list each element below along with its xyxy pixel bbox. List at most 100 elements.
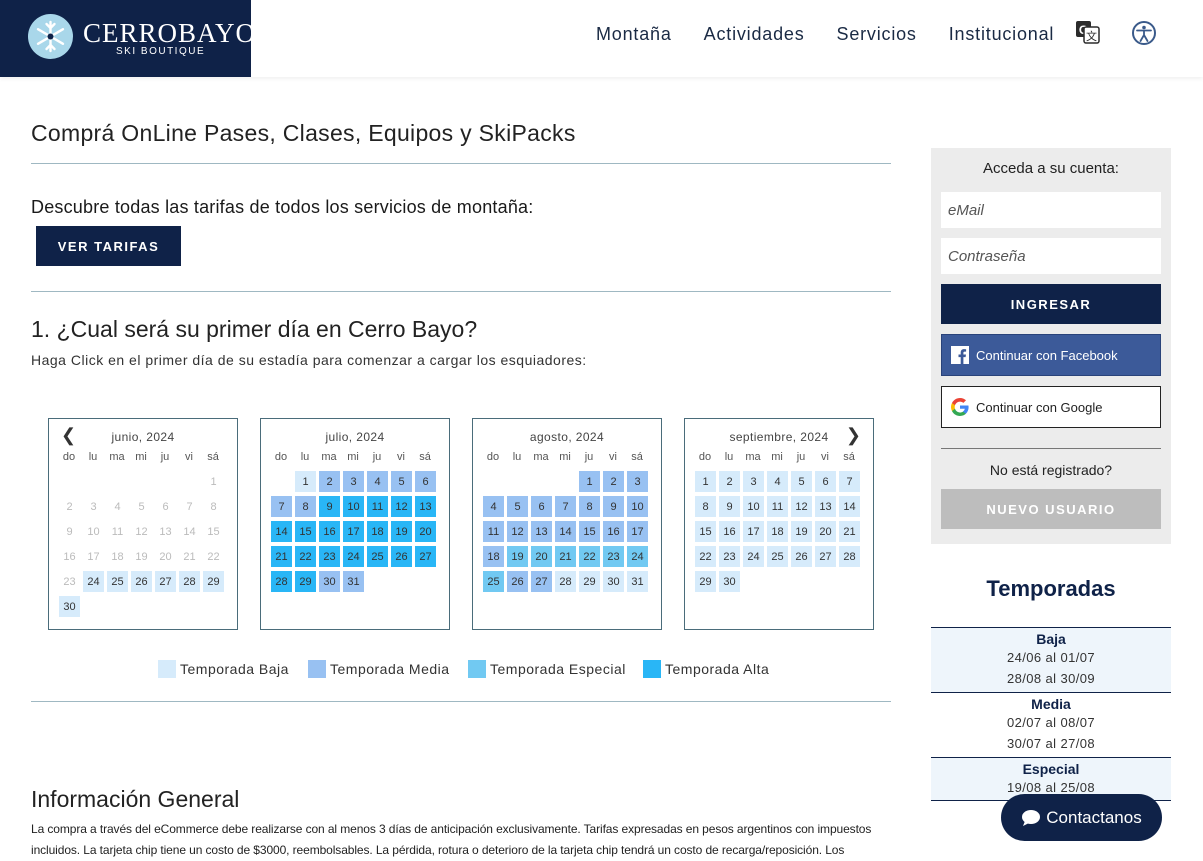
calendar-day[interactable]: 3 [343, 471, 364, 492]
calendar-day[interactable]: 23 [603, 546, 624, 567]
nav-servicios[interactable]: Servicios [837, 24, 917, 45]
calendar-day[interactable]: 30 [319, 571, 340, 592]
calendar-day[interactable]: 4 [767, 471, 788, 492]
calendar-day[interactable]: 25 [107, 571, 128, 592]
calendar-day[interactable]: 7 [271, 496, 292, 517]
calendar-day[interactable]: 11 [483, 521, 504, 542]
calendar-day[interactable]: 29 [695, 571, 716, 592]
new-user-button[interactable]: NUEVO USUARIO [941, 489, 1161, 529]
calendar-day[interactable]: 6 [815, 471, 836, 492]
calendar-day[interactable]: 26 [507, 571, 528, 592]
calendar-day[interactable]: 17 [627, 521, 648, 542]
calendar-day[interactable]: 2 [319, 471, 340, 492]
calendar-day[interactable]: 18 [483, 546, 504, 567]
logo[interactable]: CERROBAYO SKI BOUTIQUE [0, 0, 255, 77]
contact-button[interactable]: Contactanos [1001, 794, 1162, 841]
calendar-day[interactable]: 30 [719, 571, 740, 592]
calendar-day[interactable]: 29 [295, 571, 316, 592]
calendar-day[interactable]: 26 [131, 571, 152, 592]
calendar-day[interactable]: 19 [507, 546, 528, 567]
translate-icon[interactable]: G 文 [1075, 20, 1100, 44]
calendar-day[interactable]: 1 [579, 471, 600, 492]
calendar-day[interactable]: 25 [367, 546, 388, 567]
calendar-day[interactable]: 29 [579, 571, 600, 592]
calendar-day[interactable]: 15 [695, 521, 716, 542]
calendar-day[interactable]: 24 [343, 546, 364, 567]
calendar-day[interactable]: 24 [627, 546, 648, 567]
calendar-day[interactable]: 19 [791, 521, 812, 542]
calendar-day[interactable]: 31 [343, 571, 364, 592]
calendar-day[interactable]: 15 [295, 521, 316, 542]
calendar-day[interactable]: 1 [295, 471, 316, 492]
calendar-day[interactable]: 17 [343, 521, 364, 542]
calendar-day[interactable]: 8 [295, 496, 316, 517]
calendar-day[interactable]: 16 [319, 521, 340, 542]
calendar-day[interactable]: 27 [531, 571, 552, 592]
calendar-day[interactable]: 24 [83, 571, 104, 592]
calendar-day[interactable]: 15 [579, 521, 600, 542]
calendar-day[interactable]: 25 [483, 571, 504, 592]
calendar-day[interactable]: 25 [767, 546, 788, 567]
calendar-day[interactable]: 18 [767, 521, 788, 542]
prev-month-arrow-icon[interactable]: ❮ [61, 425, 76, 446]
calendar-day[interactable]: 29 [203, 571, 224, 592]
calendar-day[interactable]: 1 [695, 471, 716, 492]
calendar-day[interactable]: 28 [839, 546, 860, 567]
calendar-day[interactable]: 13 [415, 496, 436, 517]
calendar-day[interactable]: 13 [815, 496, 836, 517]
calendar-day[interactable]: 26 [791, 546, 812, 567]
calendar-day[interactable]: 2 [719, 471, 740, 492]
calendar-day[interactable]: 28 [271, 571, 292, 592]
calendar-day[interactable]: 11 [767, 496, 788, 517]
calendar-day[interactable]: 7 [555, 496, 576, 517]
calendar-day[interactable]: 16 [603, 521, 624, 542]
calendar-day[interactable]: 8 [579, 496, 600, 517]
calendar-day[interactable]: 30 [603, 571, 624, 592]
calendar-day[interactable]: 12 [791, 496, 812, 517]
calendar-day[interactable]: 17 [743, 521, 764, 542]
calendar-day[interactable]: 23 [719, 546, 740, 567]
calendar-day[interactable]: 5 [391, 471, 412, 492]
password-field[interactable] [941, 238, 1161, 274]
email-field[interactable] [941, 192, 1161, 228]
calendar-day[interactable]: 10 [627, 496, 648, 517]
calendar-day[interactable]: 4 [367, 471, 388, 492]
calendar-day[interactable]: 22 [695, 546, 716, 567]
calendar-day[interactable]: 21 [555, 546, 576, 567]
calendar-day[interactable]: 5 [507, 496, 528, 517]
login-button[interactable]: INGRESAR [941, 284, 1161, 324]
calendar-day[interactable]: 5 [791, 471, 812, 492]
calendar-day[interactable]: 9 [603, 496, 624, 517]
nav-actividades[interactable]: Actividades [704, 24, 805, 45]
calendar-day[interactable]: 2 [603, 471, 624, 492]
accessibility-icon[interactable] [1131, 20, 1157, 46]
calendar-day[interactable]: 10 [343, 496, 364, 517]
calendar-day[interactable]: 14 [271, 521, 292, 542]
calendar-day[interactable]: 20 [531, 546, 552, 567]
calendar-day[interactable]: 31 [627, 571, 648, 592]
calendar-day[interactable]: 30 [59, 596, 80, 617]
calendar-day[interactable]: 12 [507, 521, 528, 542]
calendar-day[interactable]: 23 [319, 546, 340, 567]
calendar-day[interactable]: 24 [743, 546, 764, 567]
facebook-login-button[interactable]: Continuar con Facebook [941, 334, 1161, 376]
calendar-day[interactable]: 21 [839, 521, 860, 542]
nav-montana[interactable]: Montaña [596, 24, 672, 45]
calendar-day[interactable]: 11 [367, 496, 388, 517]
calendar-day[interactable]: 16 [719, 521, 740, 542]
calendar-day[interactable]: 27 [815, 546, 836, 567]
calendar-day[interactable]: 20 [815, 521, 836, 542]
calendar-day[interactable]: 14 [839, 496, 860, 517]
calendar-day[interactable]: 22 [295, 546, 316, 567]
calendar-day[interactable]: 7 [839, 471, 860, 492]
calendar-day[interactable]: 22 [579, 546, 600, 567]
google-login-button[interactable]: Continuar con Google [941, 386, 1161, 428]
calendar-day[interactable]: 28 [179, 571, 200, 592]
calendar-day[interactable]: 19 [391, 521, 412, 542]
calendar-day[interactable]: 14 [555, 521, 576, 542]
calendar-day[interactable]: 4 [483, 496, 504, 517]
calendar-day[interactable]: 9 [319, 496, 340, 517]
calendar-day[interactable]: 27 [155, 571, 176, 592]
calendar-day[interactable]: 10 [743, 496, 764, 517]
calendar-day[interactable]: 9 [719, 496, 740, 517]
